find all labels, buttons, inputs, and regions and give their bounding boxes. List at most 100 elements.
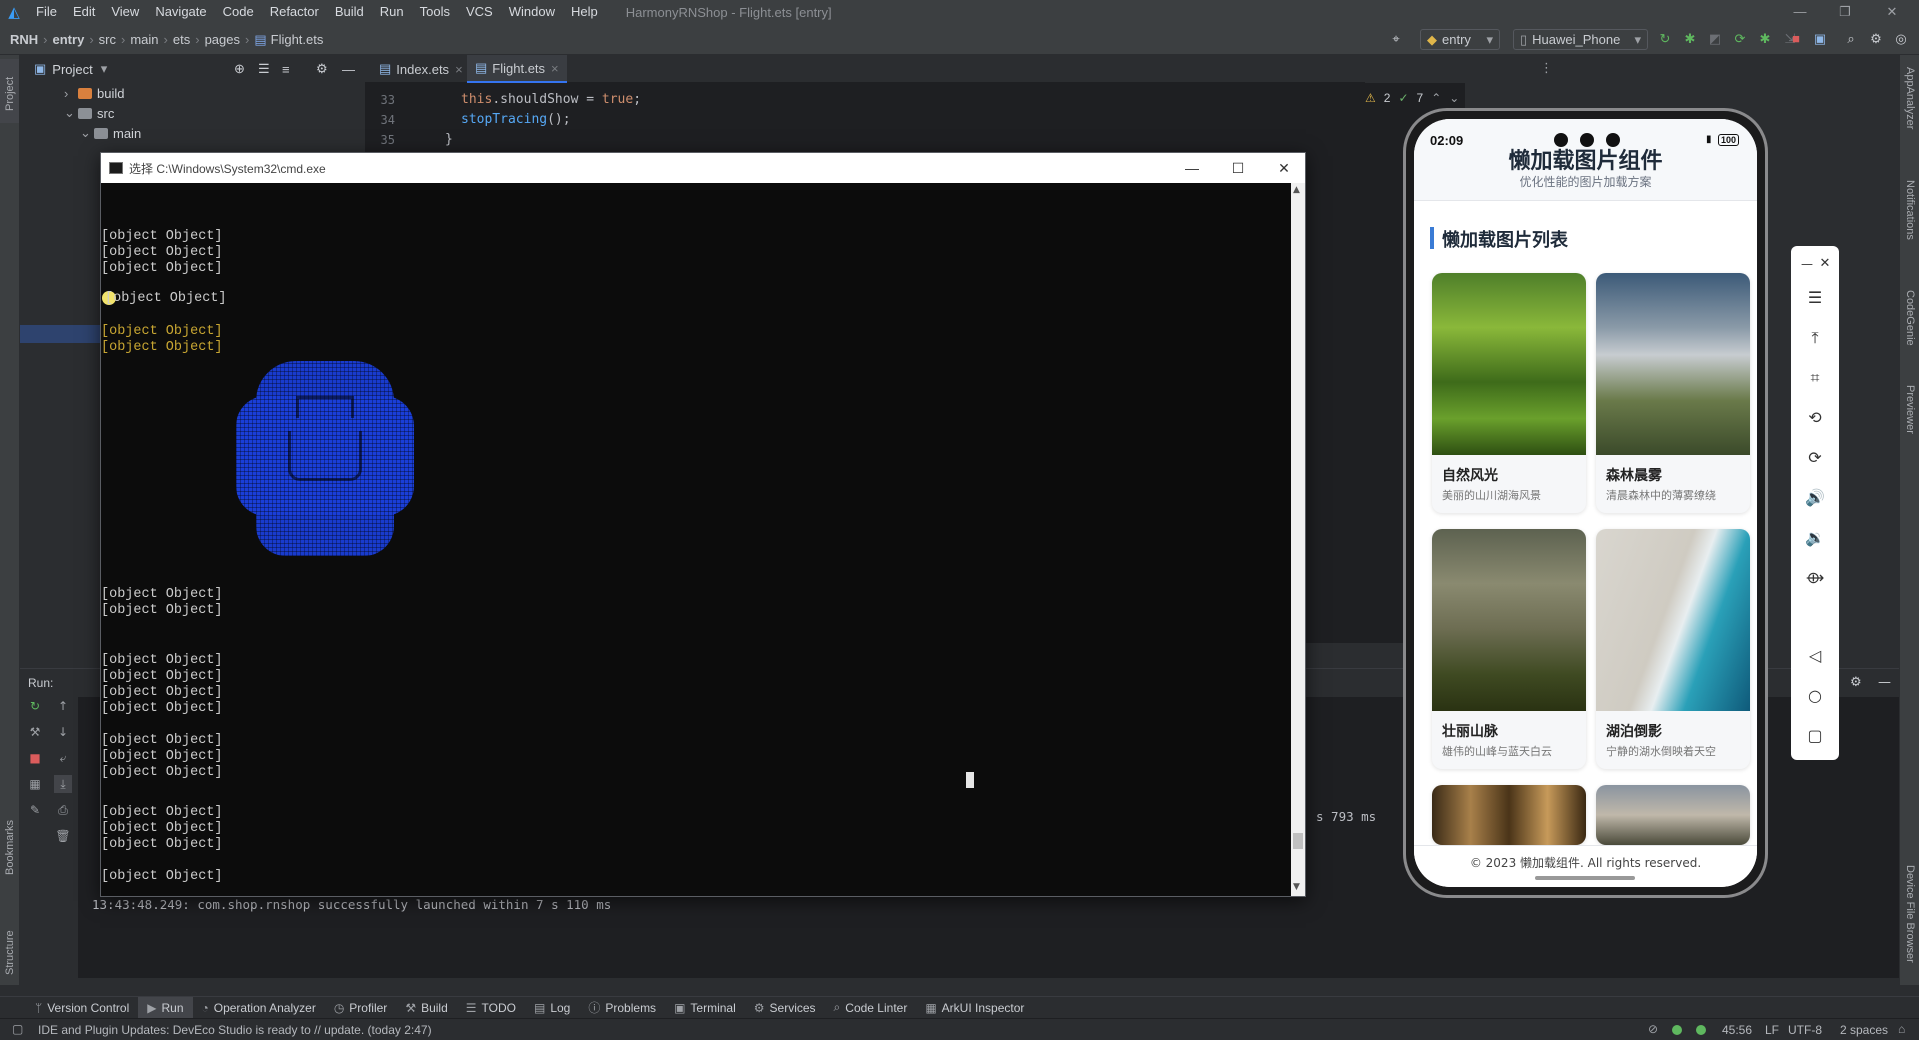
- restore-icon[interactable]: ❐: [1825, 0, 1865, 24]
- gear-icon[interactable]: ⚙: [1850, 675, 1862, 690]
- expand-all-icon[interactable]: ☰: [258, 61, 270, 77]
- menu-run[interactable]: Run: [372, 0, 412, 24]
- collapse-all-icon[interactable]: ≡: [282, 62, 290, 77]
- menu-tools[interactable]: Tools: [412, 0, 458, 24]
- volume-down-icon[interactable]: 🔉: [1803, 526, 1827, 550]
- menu-window[interactable]: Window: [501, 0, 563, 24]
- maximize-icon[interactable]: ☐: [1215, 153, 1261, 183]
- home-icon[interactable]: ○: [1803, 684, 1827, 708]
- tab-arkui-inspector[interactable]: ▦ ArkUI Inspector: [916, 997, 1033, 1019]
- breadcrumb-main[interactable]: main: [130, 32, 158, 47]
- indent-setting[interactable]: 2 spaces: [1840, 1023, 1888, 1037]
- menu-help[interactable]: Help: [563, 0, 606, 24]
- hide-panel-icon[interactable]: —: [1878, 675, 1891, 690]
- ai-assistant-icon[interactable]: ◎: [1892, 30, 1910, 48]
- close-tab-icon[interactable]: ×: [551, 61, 559, 76]
- image-card[interactable]: 湖泊倒影 宁静的湖水倒映着天空: [1596, 529, 1750, 769]
- device-file-browser-tool-tab[interactable]: Device File Browser: [1904, 865, 1916, 963]
- breadcrumb-file[interactable]: Flight.ets: [271, 32, 324, 47]
- tree-item-src[interactable]: ⌄ src: [20, 103, 365, 123]
- print-icon[interactable]: ⎙: [54, 801, 72, 819]
- scroll-thumb[interactable]: [1293, 833, 1303, 849]
- previewer-tool-tab[interactable]: Previewer: [1904, 385, 1916, 434]
- tab-index-ets[interactable]: ▤ Index.ets ×: [371, 55, 471, 83]
- soft-wrap-icon[interactable]: ⤶: [54, 749, 72, 767]
- tab-code-linter[interactable]: ⌕ Code Linter: [825, 997, 917, 1019]
- scroll-up-icon[interactable]: ▲: [1293, 185, 1300, 195]
- menu-navigate[interactable]: Navigate: [147, 0, 214, 24]
- up-icon[interactable]: ↑: [54, 697, 72, 715]
- device-manager-icon[interactable]: ▣: [1811, 30, 1829, 48]
- tab-flight-ets[interactable]: ▤ Flight.ets ×: [467, 55, 567, 83]
- scroll-to-end-icon[interactable]: ⤓: [54, 775, 72, 793]
- chevron-down-icon[interactable]: ⌄: [1449, 91, 1459, 105]
- search-icon[interactable]: ⌕: [1842, 30, 1860, 48]
- image-card[interactable]: 壮丽山脉 雄伟的山峰与蓝天白云: [1432, 529, 1586, 769]
- breadcrumb-ets[interactable]: ets: [173, 32, 190, 47]
- chevron-up-icon[interactable]: ⌃: [1431, 91, 1441, 105]
- down-icon[interactable]: ↓: [54, 723, 72, 741]
- menu-file[interactable]: File: [28, 0, 65, 24]
- tab-terminal[interactable]: ▣ Terminal: [665, 997, 745, 1019]
- gear-icon[interactable]: ⚙: [316, 61, 328, 77]
- hide-panel-icon[interactable]: —: [342, 62, 355, 77]
- attach-debugger-icon[interactable]: ◩: [1706, 30, 1724, 48]
- run-config-select[interactable]: ◆ entry ▾: [1420, 29, 1500, 50]
- tab-services[interactable]: ⚙ Services: [745, 997, 825, 1019]
- close-tab-icon[interactable]: ×: [455, 62, 463, 77]
- lock-icon[interactable]: ⌂: [1898, 1022, 1905, 1036]
- menu-edit[interactable]: Edit: [65, 0, 103, 24]
- project-panel-title[interactable]: Project: [52, 62, 92, 77]
- image-card[interactable]: [1432, 785, 1586, 845]
- tab-operation-analyzer[interactable]: ◔ Operation Analyzer: [193, 997, 325, 1019]
- close-icon[interactable]: ✕: [1813, 252, 1837, 276]
- trash-icon[interactable]: 🗑: [54, 827, 72, 845]
- tab-log[interactable]: ▤ Log: [525, 997, 579, 1019]
- inspection-widget[interactable]: ⚠ 2 ✓ 7 ⌃ ⌄: [1365, 91, 1459, 105]
- image-card[interactable]: [1596, 785, 1750, 845]
- close-icon[interactable]: ✕: [1261, 153, 1307, 183]
- status-dot-green[interactable]: [1696, 1025, 1706, 1035]
- minimize-icon[interactable]: —: [1169, 153, 1215, 183]
- cmd-scrollbar[interactable]: ▲ ▼: [1291, 183, 1305, 896]
- tab-profiler[interactable]: ◷ Profiler: [325, 997, 397, 1019]
- run-icon[interactable]: ↻: [1656, 30, 1674, 48]
- breadcrumb-src[interactable]: src: [99, 32, 116, 47]
- debug-icon[interactable]: ✱: [1681, 30, 1699, 48]
- settings-icon[interactable]: ⚙: [1867, 30, 1885, 48]
- rotate-icon[interactable]: ⟲: [1803, 406, 1827, 430]
- rerun-icon[interactable]: ↻: [26, 697, 44, 715]
- menu-vcs[interactable]: VCS: [458, 0, 501, 24]
- structure-tool-tab[interactable]: Structure: [4, 930, 16, 975]
- pin-icon[interactable]: ✎: [26, 801, 44, 819]
- menu-code[interactable]: Code: [215, 0, 262, 24]
- apply-changes-icon[interactable]: ⟳: [1731, 30, 1749, 48]
- menu-refactor[interactable]: Refactor: [262, 0, 327, 24]
- menu-build[interactable]: Build: [327, 0, 372, 24]
- close-icon[interactable]: ✕: [1872, 0, 1912, 24]
- status-dot-green[interactable]: [1672, 1025, 1682, 1035]
- menu-view[interactable]: View: [103, 0, 147, 24]
- profile-icon[interactable]: ✱: [1756, 30, 1774, 48]
- appanalyzer-tool-tab[interactable]: AppAnalyzer: [1904, 67, 1916, 129]
- cmd-titlebar[interactable]: 选择 C:\Windows\System32\cmd.exe — ☐ ✕: [101, 153, 1305, 183]
- breadcrumb-pages[interactable]: pages: [205, 32, 240, 47]
- pin-top-icon[interactable]: ⤒: [1803, 326, 1827, 350]
- stop-icon[interactable]: ■: [1787, 30, 1805, 48]
- cmd-output[interactable]: [object Object] [object Object] [object …: [101, 183, 1291, 896]
- tab-todo[interactable]: ☰ TODO: [457, 997, 525, 1019]
- status-icon[interactable]: ▢: [12, 1022, 23, 1036]
- image-card[interactable]: 自然风光 美丽的山川湖海风景: [1432, 273, 1586, 513]
- recents-icon[interactable]: ▢: [1803, 724, 1827, 748]
- minimize-icon[interactable]: —: [1780, 0, 1820, 24]
- tab-actions-icon[interactable]: ⋮: [1540, 61, 1553, 76]
- no-sync-icon[interactable]: ⊘: [1648, 1022, 1658, 1036]
- fold-icon[interactable]: ⟴: [1803, 566, 1827, 590]
- layout-icon[interactable]: ▦: [26, 775, 44, 793]
- rotate-right-icon[interactable]: ⟳: [1803, 446, 1827, 470]
- scroll-down-icon[interactable]: ▼: [1293, 882, 1300, 892]
- volume-up-icon[interactable]: 🔊: [1803, 486, 1827, 510]
- status-message[interactable]: IDE and Plugin Updates: DevEco Studio is…: [38, 1023, 432, 1037]
- device-select[interactable]: ▯ Huawei_Phone ▾: [1513, 29, 1648, 50]
- home-indicator[interactable]: [1535, 876, 1635, 880]
